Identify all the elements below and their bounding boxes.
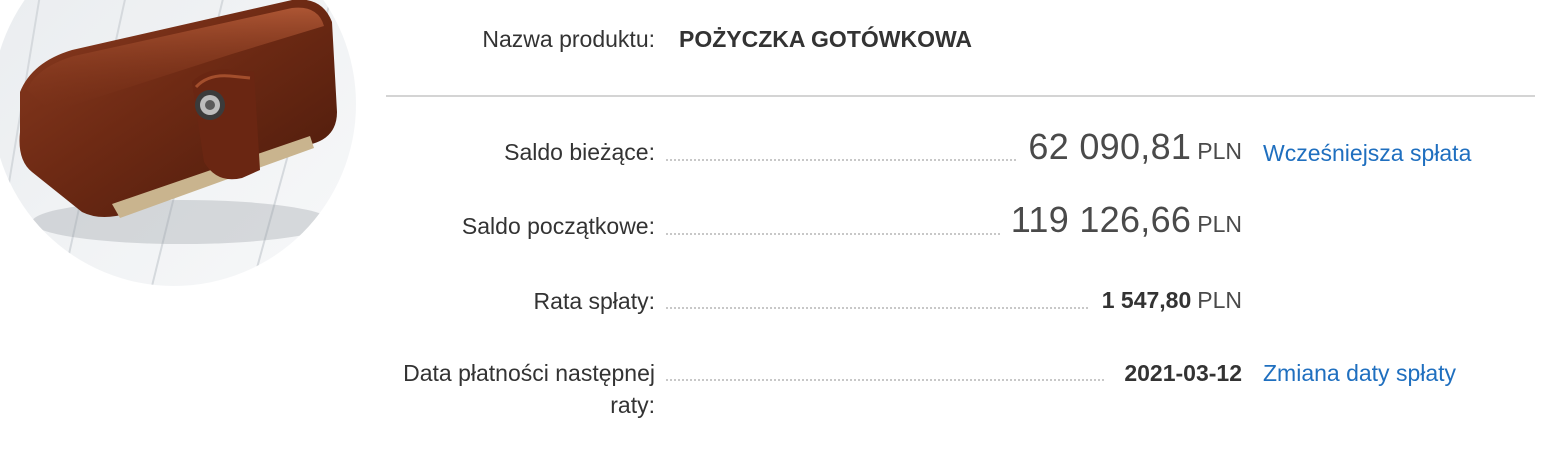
installment-currency: PLN: [1197, 287, 1242, 313]
product-name-value: POŻYCZKA GOTÓWKOWA: [679, 26, 973, 52]
initial-balance-value: 119 126,66: [1010, 199, 1192, 240]
next-payment-date: 2021-03-12: [1114, 357, 1242, 393]
initial-balance-amount: 119 126,66 PLN: [1000, 199, 1242, 241]
current-balance-amount: 62 090,81 PLN: [1018, 126, 1242, 168]
initial-balance-label: Saldo początkowe:: [461, 213, 655, 239]
next-payment-date-label: Data płatności następnej raty:: [403, 360, 655, 418]
wallet-product-image: [0, 0, 356, 286]
loan-details-panel: Nazwa produktu: POŻYCZKA GOTÓWKOWA Saldo…: [0, 0, 1542, 462]
next-payment-date-value: 2021-03-12: [1124, 360, 1242, 386]
next-payment-leader-dots: [666, 379, 1104, 381]
current-balance-leader-dots: [666, 159, 1024, 161]
product-name-label: Nazwa produktu:: [482, 26, 655, 52]
installment-leader-dots: [666, 307, 1088, 309]
initial-balance-leader-dots: [666, 233, 1004, 235]
current-balance-value: 62 090,81: [1028, 126, 1192, 167]
installment-label: Rata spłaty:: [533, 288, 655, 314]
early-repayment-link[interactable]: Wcześniejsza spłata: [1263, 137, 1471, 169]
initial-balance-currency: PLN: [1197, 211, 1242, 237]
installment-amount: 1 547,80 PLN: [1091, 284, 1242, 320]
current-balance-currency: PLN: [1197, 138, 1242, 164]
current-balance-label: Saldo bieżące:: [504, 139, 655, 165]
installment-value: 1 547,80: [1101, 287, 1192, 313]
section-divider: [386, 95, 1535, 97]
change-payment-date-link[interactable]: Zmiana daty spłaty: [1263, 357, 1456, 389]
